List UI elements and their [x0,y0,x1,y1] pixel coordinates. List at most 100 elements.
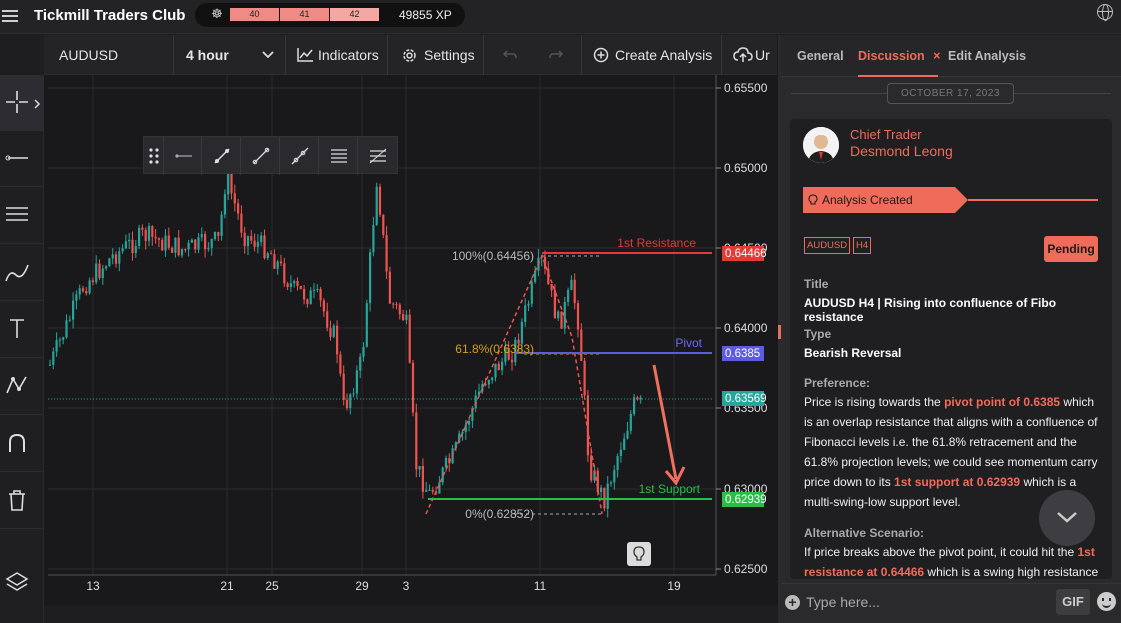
panel-tabs: General Discussion × Edit Analysis [781,35,1121,77]
title-value: AUDUSD H4 | Rising into confluence of Fi… [804,296,1057,324]
candle-body [171,247,174,253]
candle-body [243,232,246,247]
rank-badge-icon: ☸ [211,6,223,21]
fib-retracement-icon[interactable] [359,137,397,175]
symbol-selector[interactable]: AUDUSD [44,35,174,75]
candle-body [296,281,299,286]
chart-footer [44,605,778,623]
candle-body [332,325,335,337]
candle-body [98,263,101,278]
channel-tool[interactable] [0,188,44,244]
menu-icon[interactable] [2,7,18,23]
chevron-down-icon [262,51,274,59]
message-input[interactable]: Type here... [806,594,880,610]
magnet-icon [9,433,25,452]
pivot-label: Pivot [675,336,702,350]
upload-label: Ur [755,47,770,63]
close-icon[interactable]: × [933,49,940,63]
tab-discussion[interactable]: Discussion × [858,49,940,77]
text-icon [10,319,24,338]
undo-icon[interactable] [502,48,518,62]
candle-body [227,174,230,195]
lightbulb-icon[interactable] [627,542,651,566]
trend-line-icon[interactable] [203,137,241,175]
author-name[interactable]: Desmond Leong [850,143,953,159]
pattern-tool[interactable] [0,359,44,415]
candle-body [48,364,52,366]
interval-label: 4 hour [186,47,229,63]
create-analysis-button[interactable]: Create Analysis [582,35,722,75]
y-axis-label: 0.65500 [724,81,768,95]
candle-body [75,294,78,301]
candle-body [253,240,256,247]
candle-body [121,248,124,252]
candle-body [58,339,61,341]
tab-general[interactable]: General [797,49,844,63]
add-attachment-icon[interactable]: + [785,595,800,610]
candle-body [177,237,180,256]
horizontal-ray-icon[interactable] [164,137,202,175]
candle-body [266,253,269,259]
channel-icon [6,207,28,221]
candle-body [144,229,147,241]
gif-button[interactable]: GIF [1056,589,1090,615]
candle-body [530,281,533,304]
x-axis-label: 19 [667,579,681,593]
layers-tool[interactable] [0,555,44,611]
ray-line-icon[interactable] [242,137,280,175]
interval-select[interactable]: 4 hour [174,35,286,75]
candle-body [395,304,398,306]
candle-body [415,412,418,470]
candle-body [431,490,434,492]
settings-button[interactable]: Settings [388,35,484,75]
candle-body [147,226,151,241]
emoji-icon[interactable] [1097,592,1116,611]
indicators-button[interactable]: Indicators [286,35,388,75]
globe-icon[interactable] [1097,4,1113,21]
candle-body [95,263,98,283]
candle-body [365,303,368,347]
scroll-down-button[interactable] [1039,490,1095,546]
tab-edit-analysis[interactable]: Edit Analysis [948,49,1026,63]
candle-body [418,466,421,470]
candle-body [428,490,431,491]
redo-icon[interactable] [548,48,564,62]
y-axis-label: 0.64000 [724,321,768,335]
extended-line-icon[interactable] [281,137,319,175]
candle-body [164,235,167,251]
line-tool[interactable] [0,131,44,187]
candle-body [200,234,203,238]
candle-body [230,174,233,194]
candle-body [375,186,378,225]
magnet-tool[interactable] [0,416,44,472]
delete-tool[interactable] [0,473,44,529]
candle-body [52,351,55,365]
lightbulb-small-icon [808,194,818,205]
candle-body [388,271,391,304]
brush-tool[interactable] [0,245,44,301]
candle-body [596,470,599,493]
resistance-label: 1st Resistance [617,236,696,250]
candle-body [362,346,365,357]
text-tool[interactable] [0,302,44,358]
candle-body [237,203,240,214]
candle-body [398,304,401,315]
x-axis-label: 11 [534,579,547,593]
candle-body [306,299,309,305]
crosshair-tool[interactable] [0,75,44,131]
parallel-channel-icon[interactable] [320,137,358,175]
chevron-right-icon[interactable] [34,99,41,109]
drag-handle-icon[interactable] [144,137,164,175]
y-axis-label: 0.62500 [724,562,768,576]
candle-body [180,249,184,256]
candle-body [270,253,273,255]
resistance-price-tag: 0.64466 [725,248,767,260]
candle-body [616,456,619,471]
candle-body [85,291,88,294]
chevron-down-icon [1057,512,1077,523]
candle-body [438,482,441,494]
candle-body [501,361,504,371]
candle-body [279,261,283,264]
candle-body [194,239,197,250]
upload-button[interactable]: Ur [722,35,777,75]
